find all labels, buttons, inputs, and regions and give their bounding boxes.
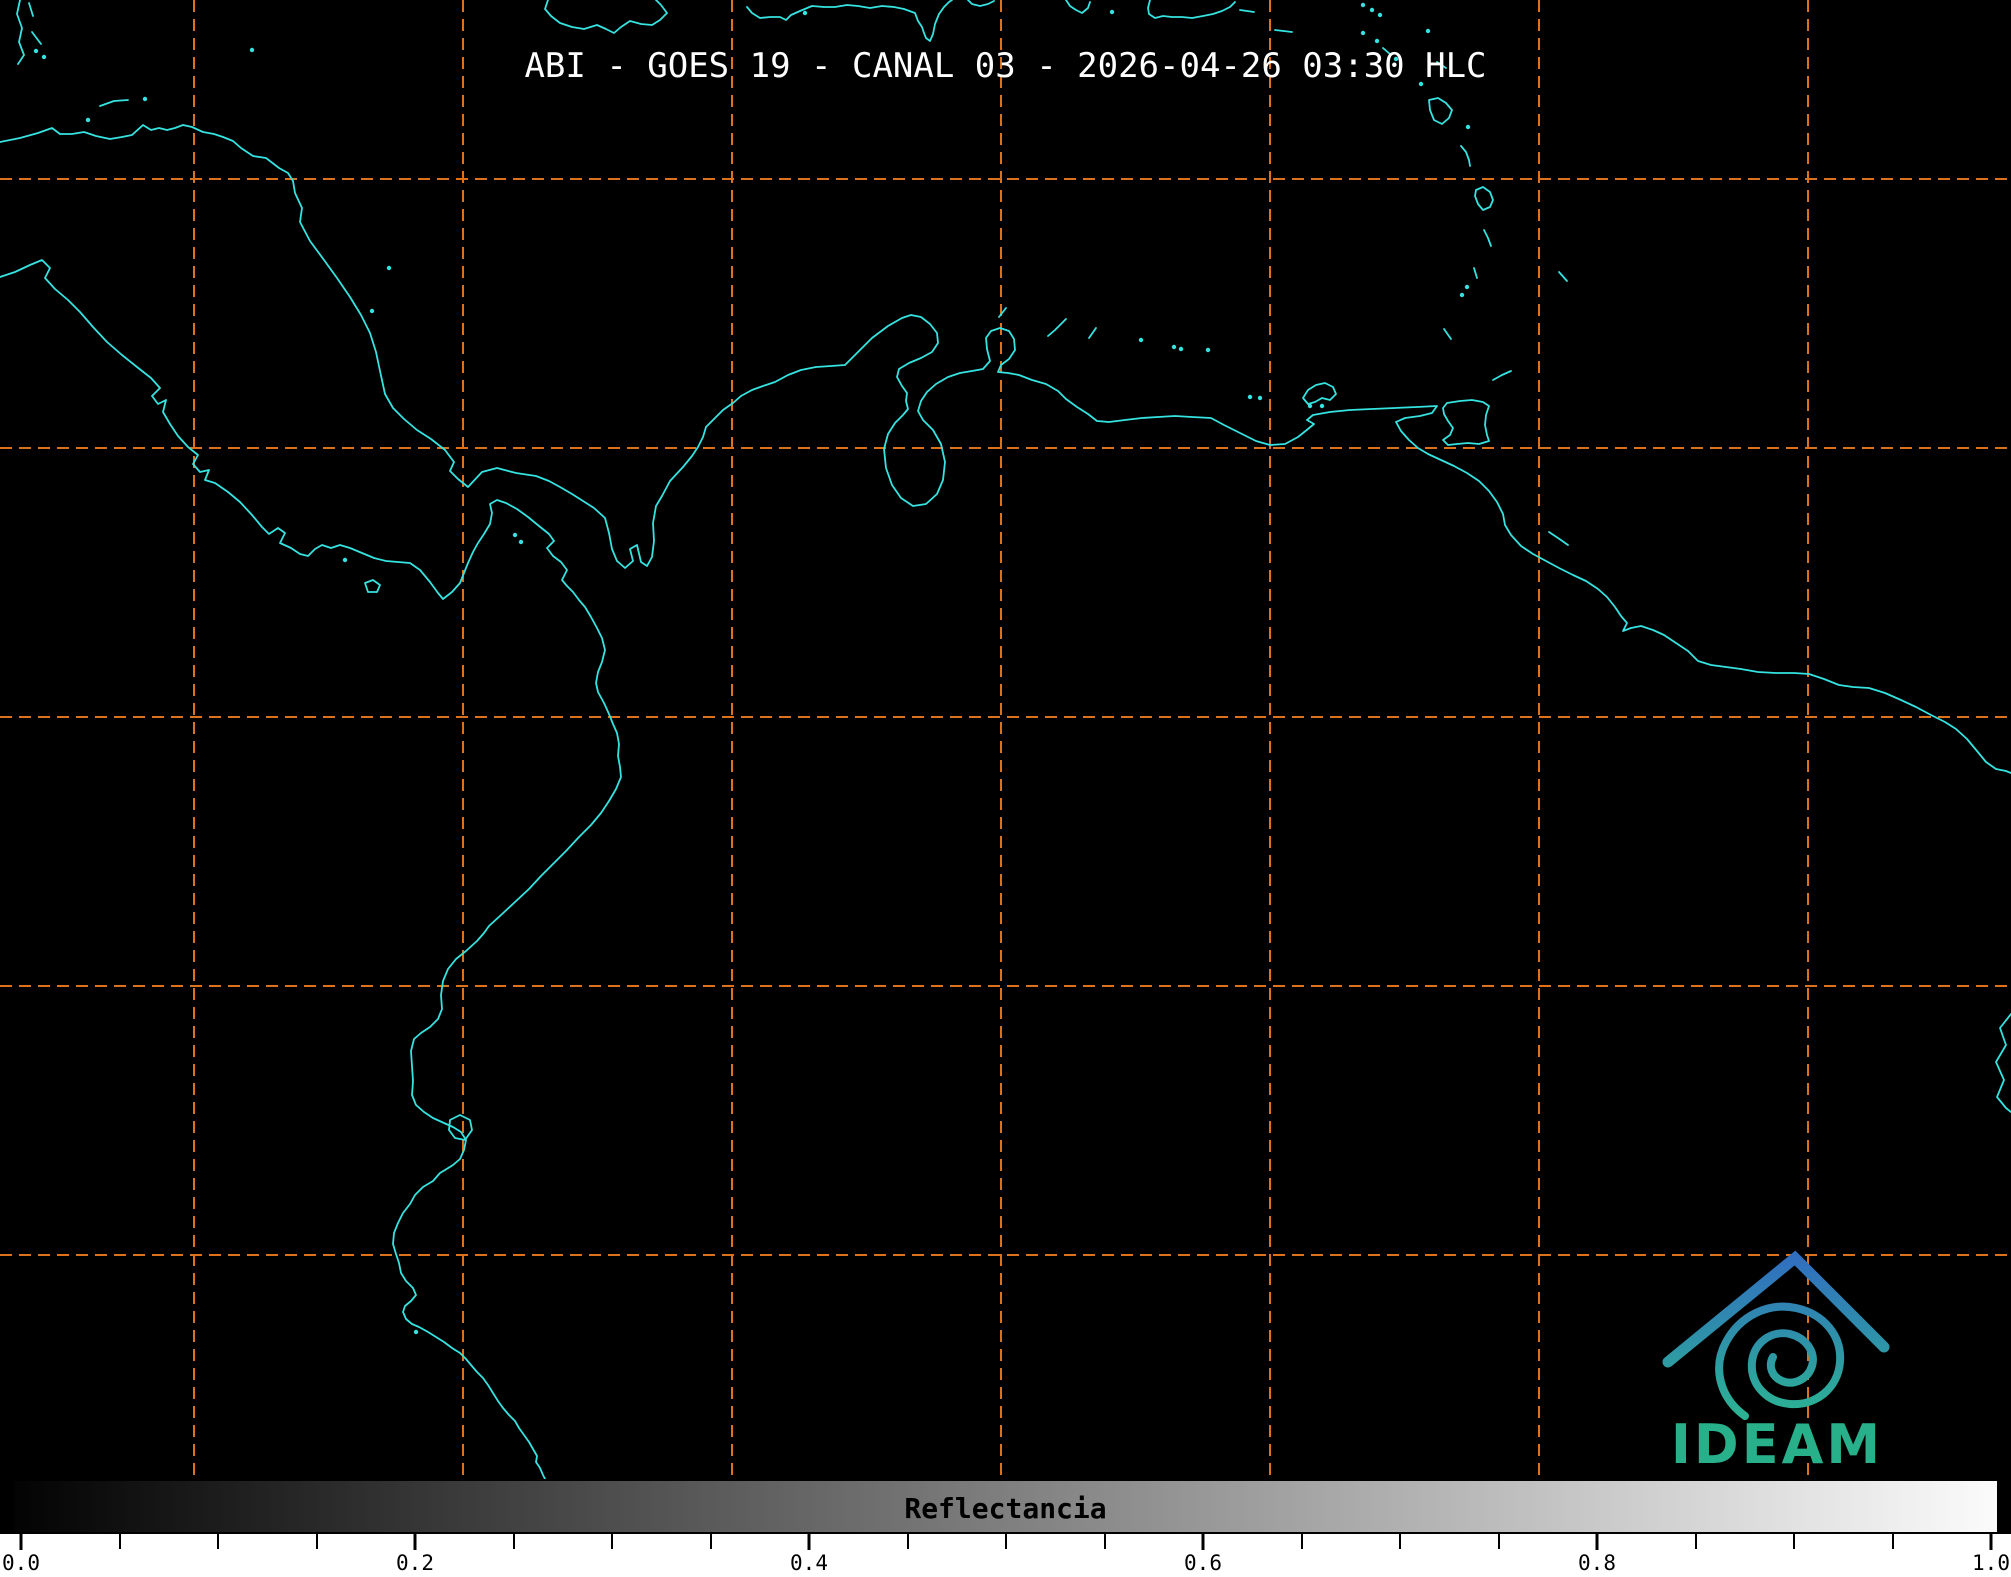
small-island-dot xyxy=(1205,347,1211,353)
puerto-rico-south-coast-coastline xyxy=(1147,0,1236,19)
map-canvas: IDEAM xyxy=(0,0,2011,1479)
belize-caye-1-coastline xyxy=(28,2,34,17)
martinique-coastline xyxy=(1474,186,1494,211)
colorbar-major-tick xyxy=(807,1534,811,1550)
small-island-dot xyxy=(1465,124,1471,130)
trinidad-coastline xyxy=(1442,399,1490,446)
colorbar-minor-tick xyxy=(118,1534,121,1549)
small-island-dot xyxy=(1109,9,1115,15)
vieques-coastline xyxy=(1239,9,1255,13)
coiba-island-coastline xyxy=(364,579,381,593)
margarita-coastline xyxy=(1302,382,1337,405)
jamaica-south-coast-coastline xyxy=(544,0,668,34)
colorbar-label: Reflectancia xyxy=(904,1492,1107,1525)
colorbar-tick-label: 1.0 xyxy=(1972,1551,2010,1575)
st-vincent-coastline xyxy=(1473,267,1478,279)
small-island-dot xyxy=(1425,28,1431,34)
colorbar-major-tick xyxy=(1989,1534,1993,1550)
small-island-dot xyxy=(342,557,348,563)
small-island-dot xyxy=(1369,7,1375,13)
barbados-coastline xyxy=(1558,271,1568,282)
ideam-logo: IDEAM xyxy=(1662,1250,1890,1476)
colorbar-minor-tick xyxy=(709,1534,712,1549)
small-island-dot xyxy=(1178,346,1184,352)
small-island-dot xyxy=(1464,284,1470,290)
colorbar-major-tick xyxy=(1201,1534,1205,1550)
colorbar-tick-label: 0.4 xyxy=(790,1551,828,1575)
caribbean-guyana-mainland-coast-coastline xyxy=(0,124,2011,774)
small-island-dot xyxy=(1247,394,1253,400)
colorbar-minor-tick xyxy=(315,1534,318,1549)
orinoco-delta-bar-coastline xyxy=(1548,531,1569,546)
small-island-dot xyxy=(386,265,392,271)
pacific-coast-coastline xyxy=(0,259,622,1479)
colorbar-axis: 0.0 0.2 0.4 0.6 0.8 1.0 xyxy=(0,1534,2011,1577)
colorbar-major-tick xyxy=(19,1534,23,1550)
colorbar-tick-label: 0.0 xyxy=(2,1551,40,1575)
small-island-dot xyxy=(1360,30,1366,36)
small-island-dot xyxy=(512,532,518,538)
colorbar-minor-tick xyxy=(217,1534,219,1549)
grenada-coastline xyxy=(1443,328,1452,340)
amazon-mouth-coast-coastline xyxy=(1995,1013,2011,1113)
small-island-dot xyxy=(142,96,148,102)
small-island-dot xyxy=(802,10,808,16)
colorbar-minor-tick xyxy=(1694,1534,1697,1549)
small-island-dot xyxy=(369,308,375,314)
st-croix-coastline xyxy=(1274,29,1293,33)
small-island-dot xyxy=(1360,2,1366,8)
colorbar-minor-tick xyxy=(512,1534,515,1549)
small-island-dot xyxy=(1377,12,1383,18)
small-island-dot xyxy=(1138,337,1144,343)
colorbar-minor-tick xyxy=(1793,1534,1795,1549)
colorbar-minor-tick xyxy=(1005,1534,1007,1549)
colorbar-minor-tick xyxy=(1497,1534,1500,1549)
hispaniola-south-coast-coastline xyxy=(746,0,953,42)
small-island-dot xyxy=(1307,403,1313,409)
colorbar-tick-label: 0.8 xyxy=(1578,1551,1616,1575)
tobago-coastline xyxy=(1492,370,1512,381)
small-island-dot xyxy=(518,539,524,545)
st-lucia-coastline xyxy=(1483,229,1492,247)
small-island-dot xyxy=(85,117,91,123)
bonaire-coastline xyxy=(1088,327,1097,339)
colorbar-minor-tick xyxy=(611,1534,613,1549)
small-island-dot xyxy=(413,1329,419,1335)
dominica-coastline xyxy=(1460,145,1471,167)
hispaniola-fragment-east-coastline xyxy=(967,0,995,7)
hispaniola-fragment-southeast-coastline xyxy=(1065,0,1091,14)
small-island-dot xyxy=(1459,292,1465,298)
small-island-dot xyxy=(1374,38,1380,44)
reflectance-colorbar: Reflectancia xyxy=(12,1479,1999,1534)
colorbar-minor-tick xyxy=(1300,1534,1303,1549)
satellite-map: IDEAM ABI - GOES 19 - CANAL 03 - 2026-04… xyxy=(0,0,2011,1479)
small-island-dot xyxy=(1171,344,1177,350)
coastlines xyxy=(0,0,2011,1479)
colorbar-tick-label: 0.6 xyxy=(1184,1551,1222,1575)
small-island-dot xyxy=(1257,395,1263,401)
colorbar-minor-tick xyxy=(1891,1534,1894,1549)
colorbar-minor-tick xyxy=(1399,1534,1401,1549)
colorbar-major-tick xyxy=(413,1534,417,1550)
logo-text: IDEAM xyxy=(1671,1413,1883,1476)
colorbar-minor-tick xyxy=(906,1534,909,1549)
image-title: ABI - GOES 19 - CANAL 03 - 2026-04-26 03… xyxy=(524,46,1487,86)
curacao-coastline xyxy=(1047,318,1067,337)
colorbar-tick-label: 0.2 xyxy=(396,1551,434,1575)
small-island-dot xyxy=(1319,403,1325,409)
belize-caye-2-coastline xyxy=(31,31,42,45)
guadeloupe-coastline xyxy=(1428,97,1453,125)
logo-hurricane-spiral-icon xyxy=(1715,1302,1845,1420)
roatan-coastline xyxy=(99,99,129,107)
latlon-grid xyxy=(0,0,2011,1479)
colorbar-major-tick xyxy=(1595,1534,1599,1550)
colorbar-minor-tick xyxy=(1103,1534,1106,1549)
